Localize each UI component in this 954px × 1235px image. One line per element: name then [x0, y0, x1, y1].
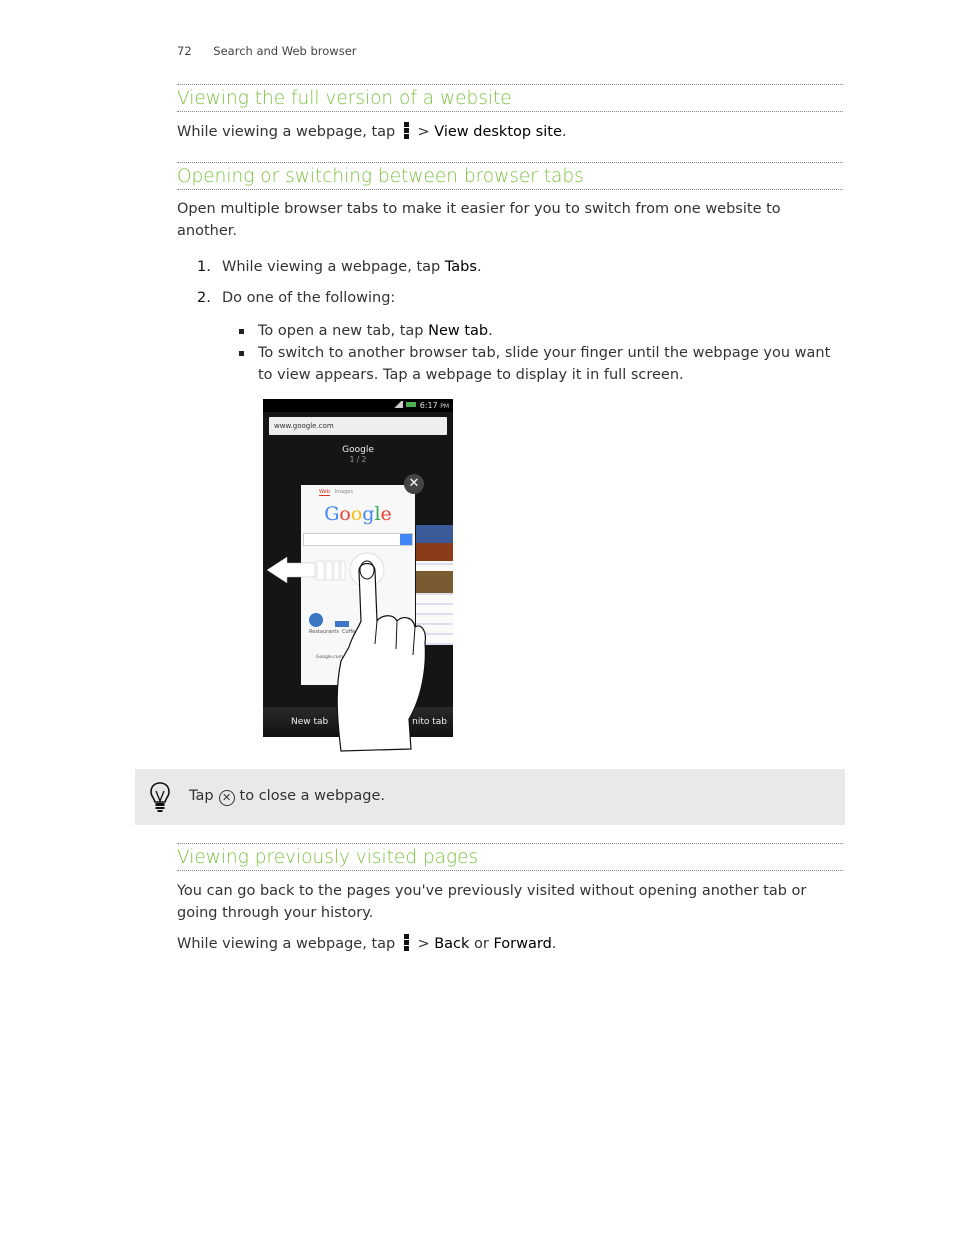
bullet-text: To switch to another browser tab, slide … [258, 345, 831, 383]
steps-list: 1. While viewing a webpage, tap Tabs. 2.… [177, 256, 843, 386]
section-intro: Open multiple browser tabs to make it ea… [177, 201, 781, 239]
tip-box: Tap ✕ to close a webpage. [135, 769, 845, 825]
menu-item-back: Back [434, 936, 470, 952]
swipe-gesture-illustration [266, 552, 426, 752]
instruction-text: While viewing a webpage, tap [177, 124, 396, 140]
chapter-title: Search and Web browser [213, 44, 357, 58]
instruction: While viewing a webpage, tap > View desk… [177, 121, 843, 143]
section-intro: You can go back to the pages you've prev… [177, 883, 807, 921]
menu-item-forward: Forward [493, 936, 552, 952]
divider [177, 189, 843, 190]
or-text: or [474, 936, 489, 952]
page-number: 72 [177, 44, 192, 58]
menu-icon [403, 934, 409, 951]
step-number: 1. [197, 259, 211, 275]
period: . [551, 936, 557, 952]
period: . [488, 323, 493, 339]
section-full-version: Viewing the full version of a website Wh… [177, 84, 843, 143]
bullet-item: To open a new tab, tap New tab. [177, 320, 843, 342]
tip-suffix: to close a webpage. [239, 788, 385, 804]
section-heading: Viewing previously visited pages [177, 847, 479, 868]
page-header: 72 Search and Web browser [177, 44, 357, 58]
section-tabs: Opening or switching between browser tab… [177, 162, 843, 395]
menu-item-view-desktop-site: View desktop site [434, 124, 562, 140]
period: . [561, 124, 567, 140]
section-heading: Opening or switching between browser tab… [177, 166, 584, 187]
new-tab-label: New tab [428, 323, 489, 339]
tabs-label: Tabs [444, 259, 477, 275]
instruction: While viewing a webpage, tap > Back or F… [177, 933, 843, 955]
section-previous-pages: Viewing previously visited pages You can… [177, 843, 843, 955]
menu-icon [403, 122, 409, 139]
step-number: 2. [197, 290, 211, 306]
period: . [476, 259, 482, 275]
swipe-arrow-icon [266, 556, 346, 584]
bullet-list: To open a new tab, tap New tab. To switc… [177, 320, 843, 386]
instruction-text: While viewing a webpage, tap [177, 936, 396, 952]
lightbulb-icon [150, 782, 170, 812]
hand-icon [336, 552, 426, 752]
divider [177, 111, 843, 112]
bullet-item: To switch to another browser tab, slide … [177, 342, 843, 386]
step-text: Do one of the following: [222, 290, 396, 306]
separator: > [417, 936, 430, 952]
close-circle-icon: ✕ [218, 790, 235, 806]
step-1: 1. While viewing a webpage, tap Tabs. [177, 256, 843, 278]
tip-prefix: Tap [189, 788, 214, 804]
step-2: 2. Do one of the following: To open a ne… [177, 287, 843, 386]
divider [177, 870, 843, 871]
section-heading: Viewing the full version of a website [177, 88, 512, 109]
bullet-text: To open a new tab, tap [258, 323, 429, 339]
separator: > [417, 124, 430, 140]
tip-text: Tap ✕ to close a webpage. [189, 785, 385, 807]
step-text: While viewing a webpage, tap [222, 259, 445, 275]
